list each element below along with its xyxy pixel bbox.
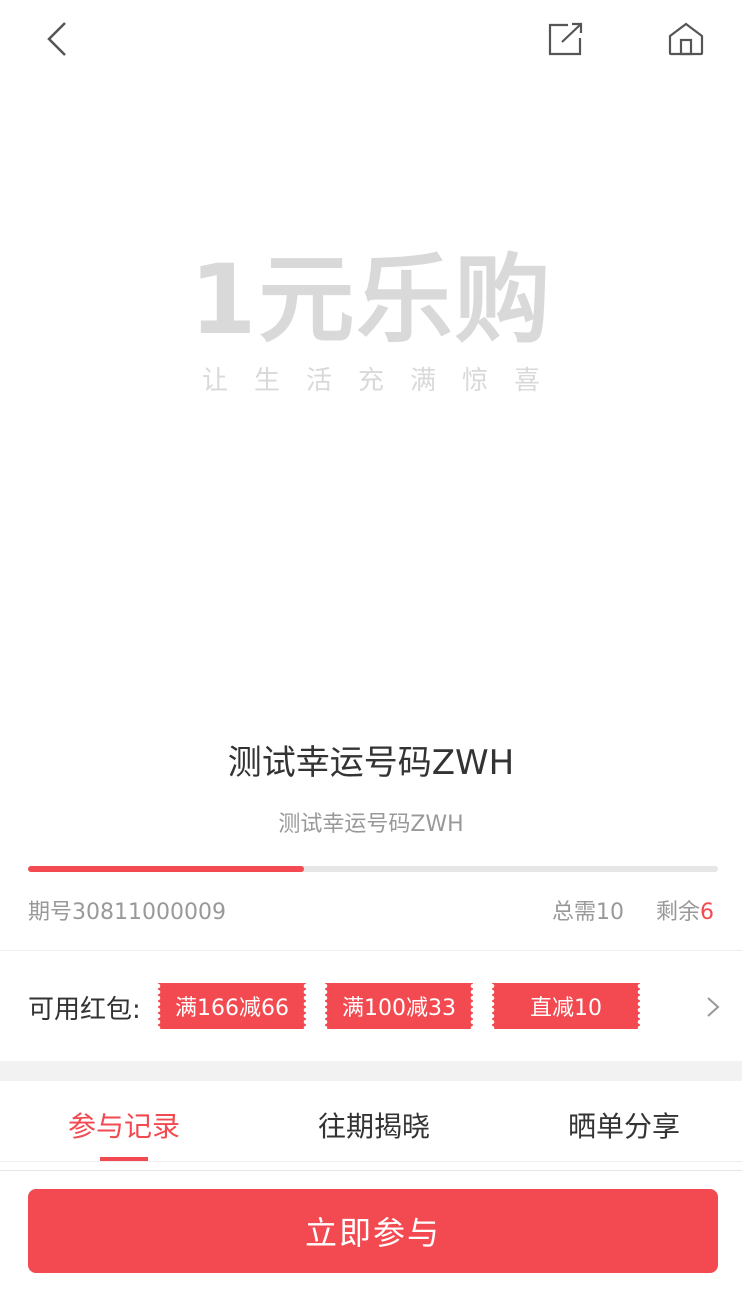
remaining-count: 剩余6 — [656, 894, 714, 926]
remaining-label: 剩余 — [656, 900, 701, 925]
total-required: 总需10 — [552, 900, 624, 925]
product-title: 测试幸运号码ZWH — [227, 743, 515, 783]
period-number: 期号30811000009 — [28, 900, 226, 925]
section-gap — [0, 1061, 742, 1081]
chevron-right-icon[interactable] — [700, 995, 724, 1019]
top-bar — [0, 0, 742, 80]
remaining-value: 6 — [700, 900, 715, 925]
back-button[interactable] — [32, 14, 82, 64]
tab-participation-records[interactable]: 参与记录 — [24, 1105, 224, 1145]
product-image: 1元乐购 让生活充满惊喜 — [0, 240, 742, 420]
divider — [0, 950, 742, 951]
join-now-button[interactable]: 立即参与 — [28, 1189, 718, 1273]
coupon-label: 可用红包: — [28, 995, 141, 1025]
progress-bar — [28, 866, 718, 872]
home-icon — [668, 22, 704, 56]
chevron-left-icon — [47, 22, 66, 56]
logo-text: 1元乐购 — [189, 244, 553, 356]
tab-bar: 参与记录 往期揭晓 晒单分享 — [0, 1081, 742, 1161]
logo-tagline: 让生活充满惊喜 — [201, 366, 566, 396]
divider — [0, 1161, 742, 1162]
coupon-badge[interactable]: 直减10 — [492, 983, 640, 1029]
coupon-row[interactable]: 可用红包: 满166减66 满100减33 直减10 — [0, 975, 742, 1037]
product-subtitle: 测试幸运号码ZWH — [278, 812, 464, 837]
home-button[interactable] — [661, 14, 711, 64]
progress-fill — [28, 866, 304, 872]
tab-share-orders[interactable]: 晒单分享 — [524, 1105, 724, 1145]
tab-past-results[interactable]: 往期揭晓 — [274, 1105, 474, 1145]
footer-bar: 立即参与 — [0, 1170, 742, 1292]
share-icon — [548, 22, 583, 56]
share-button[interactable] — [541, 14, 591, 64]
coupon-badge[interactable]: 满100减33 — [325, 983, 473, 1029]
coupon-badge[interactable]: 满166减66 — [158, 983, 306, 1029]
